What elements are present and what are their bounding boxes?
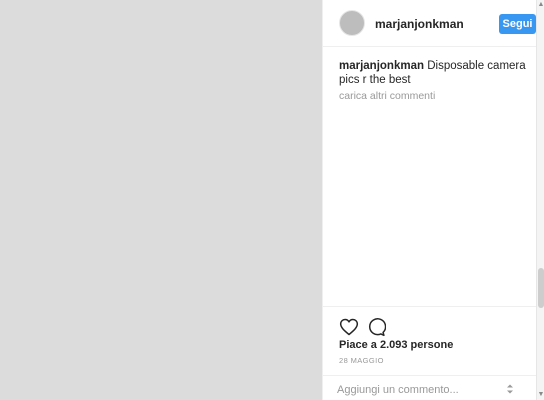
- caption-username[interactable]: marjanjonkman: [339, 60, 424, 72]
- more-options-icon[interactable]: [505, 383, 515, 395]
- post-actions: Piace a 2.093 persone 28 MAGGIO: [323, 306, 544, 400]
- post-side-panel: marjanjonkman Segui marjanjonkman Dispos…: [322, 0, 544, 400]
- heart-icon[interactable]: [339, 317, 359, 337]
- speech-bubble-icon[interactable]: [366, 317, 386, 337]
- scroll-up-arrow-icon[interactable]: ▲: [537, 0, 544, 10]
- comment-bar: [323, 375, 544, 400]
- post-header: marjanjonkman Segui: [323, 0, 544, 47]
- scrollbar-thumb[interactable]: [538, 268, 544, 308]
- caption: marjanjonkman Disposable camera pics r t…: [339, 59, 537, 87]
- scroll-down-arrow-icon[interactable]: ▼: [537, 390, 544, 400]
- post-date: 28 MAGGIO: [339, 356, 384, 365]
- avatar[interactable]: [339, 10, 365, 36]
- comment-input[interactable]: [337, 382, 497, 398]
- post-image: [0, 0, 322, 400]
- load-more-comments-link[interactable]: carica altri commenti: [339, 90, 435, 102]
- page-scrollbar[interactable]: ▲ ▼: [536, 0, 544, 400]
- likes-count[interactable]: Piace a 2.093 persone: [339, 339, 453, 351]
- follow-button[interactable]: Segui: [499, 14, 536, 34]
- header-username[interactable]: marjanjonkman: [375, 17, 464, 31]
